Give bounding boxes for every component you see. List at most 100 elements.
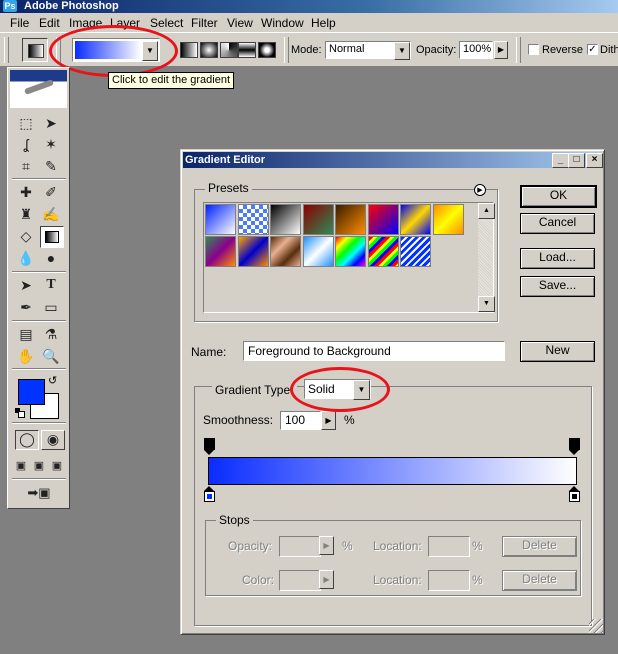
preset-swatch[interactable] [302, 204, 334, 235]
opacity-stop-right[interactable] [569, 438, 580, 455]
foreground-color-swatch[interactable] [18, 379, 45, 405]
stops-color-arrow-icon[interactable]: ▶ [319, 570, 334, 589]
photoshop-app-icon: Ps [3, 0, 17, 12]
blur-tool-icon[interactable]: 💧 [15, 248, 37, 268]
stops-opacity-location-input[interactable] [428, 536, 470, 557]
delete-color-stop-button[interactable]: Delete [502, 570, 577, 591]
preset-swatch[interactable] [367, 236, 399, 267]
default-colors-icon[interactable] [15, 408, 25, 418]
minimize-icon[interactable]: _ [552, 153, 569, 168]
marquee-tool-icon[interactable]: ⬚ [15, 113, 37, 133]
menu-edit[interactable]: Edit [39, 16, 60, 30]
delete-opacity-stop-button[interactable]: Delete [502, 536, 577, 557]
preset-swatch[interactable] [237, 204, 269, 235]
preset-swatch[interactable] [400, 236, 431, 267]
zoom-tool-icon[interactable]: 🔍 [40, 346, 62, 366]
clone-stamp-tool-icon[interactable]: ♜ [15, 204, 37, 224]
magic-wand-tool-icon[interactable]: ✶ [40, 134, 62, 154]
maximize-icon[interactable]: □ [568, 153, 585, 168]
ok-button[interactable]: OK [520, 185, 597, 208]
close-icon[interactable]: × [586, 153, 603, 168]
angle-gradient-button[interactable] [220, 42, 238, 58]
save-button[interactable]: Save... [520, 276, 595, 297]
resize-grip-icon[interactable] [589, 619, 603, 633]
smoothness-arrow-icon[interactable]: ▶ [321, 411, 336, 430]
notes-tool-icon[interactable]: ▤ [15, 324, 37, 344]
gradient-tool-icon[interactable] [40, 226, 64, 248]
presets-menu-arrow-icon[interactable]: ▶ [474, 184, 486, 196]
gradient-tool-preset-button[interactable] [22, 38, 48, 62]
preset-swatch[interactable] [205, 236, 236, 267]
menu-file[interactable]: File [10, 16, 29, 30]
crop-tool-icon[interactable]: ⌗ [15, 156, 37, 176]
move-tool-icon[interactable]: ➤ [40, 113, 62, 133]
preset-swatch[interactable] [335, 204, 366, 235]
eraser-tool-icon[interactable]: ◇ [15, 226, 37, 246]
jump-to-imageready-icon[interactable]: ➡▣ [18, 483, 60, 503]
menu-help[interactable]: Help [311, 16, 336, 30]
swap-colors-icon[interactable]: ↺ [48, 374, 57, 387]
brush-tool-icon[interactable]: ✐ [40, 182, 62, 202]
quick-mask-mode-icon[interactable]: ◉ [41, 430, 65, 450]
stops-color-swatch[interactable] [279, 570, 321, 591]
history-brush-tool-icon[interactable]: ✍ [40, 204, 62, 224]
preset-swatch[interactable] [335, 236, 366, 267]
menu-view[interactable]: View [227, 16, 253, 30]
healing-brush-tool-icon[interactable]: ✚ [15, 182, 37, 202]
scroll-down-icon[interactable]: ▼ [478, 296, 495, 312]
opacity-slider-arrow-icon[interactable]: ▶ [494, 41, 508, 59]
chevron-down-icon[interactable]: ▼ [394, 42, 410, 60]
preset-swatch[interactable] [205, 204, 236, 235]
opacity-input[interactable]: 100% [459, 41, 493, 59]
opacity-stop-left[interactable] [204, 438, 215, 455]
stops-color-location-input[interactable] [428, 570, 470, 591]
hand-tool-icon[interactable]: ✋ [15, 346, 37, 366]
name-input[interactable]: Foreground to Background [243, 341, 505, 361]
full-screen-menu-mode-icon[interactable]: ▣ [31, 456, 47, 476]
preset-swatch[interactable] [237, 236, 269, 267]
preset-swatch[interactable] [432, 204, 464, 235]
dialog-title: Gradient Editor [185, 154, 266, 166]
lasso-tool-icon[interactable]: ʆ [15, 134, 37, 154]
rectangle-tool-icon[interactable]: ▭ [40, 297, 62, 317]
dodge-tool-icon[interactable]: ● [40, 248, 62, 268]
mode-select[interactable]: Normal ▼ [325, 41, 411, 60]
pen-tool-icon[interactable]: ✒ [15, 297, 37, 317]
menu-filter[interactable]: Filter [191, 16, 218, 30]
eyedropper-tool-icon[interactable]: ⚗ [40, 324, 62, 344]
reflected-gradient-button[interactable] [238, 42, 256, 58]
smoothness-input[interactable]: 100 [280, 411, 321, 430]
new-button[interactable]: New [520, 341, 595, 362]
options-bar-grip[interactable] [4, 37, 9, 63]
preset-swatch[interactable] [270, 236, 301, 267]
presets-scrollbar[interactable]: ▲ ▼ [478, 203, 495, 312]
adobe-feather-logo[interactable] [10, 70, 67, 108]
stops-opacity-input[interactable] [279, 536, 321, 557]
slice-tool-icon[interactable]: ✎ [40, 156, 62, 176]
preset-swatch[interactable] [400, 204, 431, 235]
type-tool-icon[interactable]: T [40, 275, 62, 295]
cancel-button[interactable]: Cancel [520, 213, 595, 234]
color-stop-right[interactable] [569, 486, 580, 502]
path-selection-tool-icon[interactable]: ➤ [15, 275, 37, 295]
load-button[interactable]: Load... [520, 248, 595, 269]
standard-mode-icon[interactable]: ◯ [15, 430, 39, 450]
color-stop-left[interactable] [204, 486, 215, 502]
stops-label: Stops [216, 513, 253, 527]
linear-gradient-button[interactable] [180, 42, 198, 58]
standard-screen-mode-icon[interactable]: ▣ [13, 456, 29, 476]
full-screen-mode-icon[interactable]: ▣ [49, 456, 65, 476]
scroll-up-icon[interactable]: ▲ [478, 203, 495, 219]
preset-swatch[interactable] [302, 236, 334, 267]
stops-opacity-arrow-icon[interactable]: ▶ [319, 536, 334, 555]
gradient-bar[interactable] [208, 457, 577, 485]
reverse-checkbox[interactable] [528, 44, 539, 55]
menu-window[interactable]: Window [261, 16, 304, 30]
dialog-title-bar[interactable]: Gradient Editor _ □ × [183, 152, 603, 168]
dither-checkbox[interactable]: ✓ [587, 44, 598, 55]
preset-swatch[interactable] [367, 204, 399, 235]
radial-gradient-button[interactable] [200, 42, 218, 58]
menu-select[interactable]: Select [150, 16, 183, 30]
preset-swatch[interactable] [270, 204, 301, 235]
diamond-gradient-button[interactable] [258, 42, 276, 58]
